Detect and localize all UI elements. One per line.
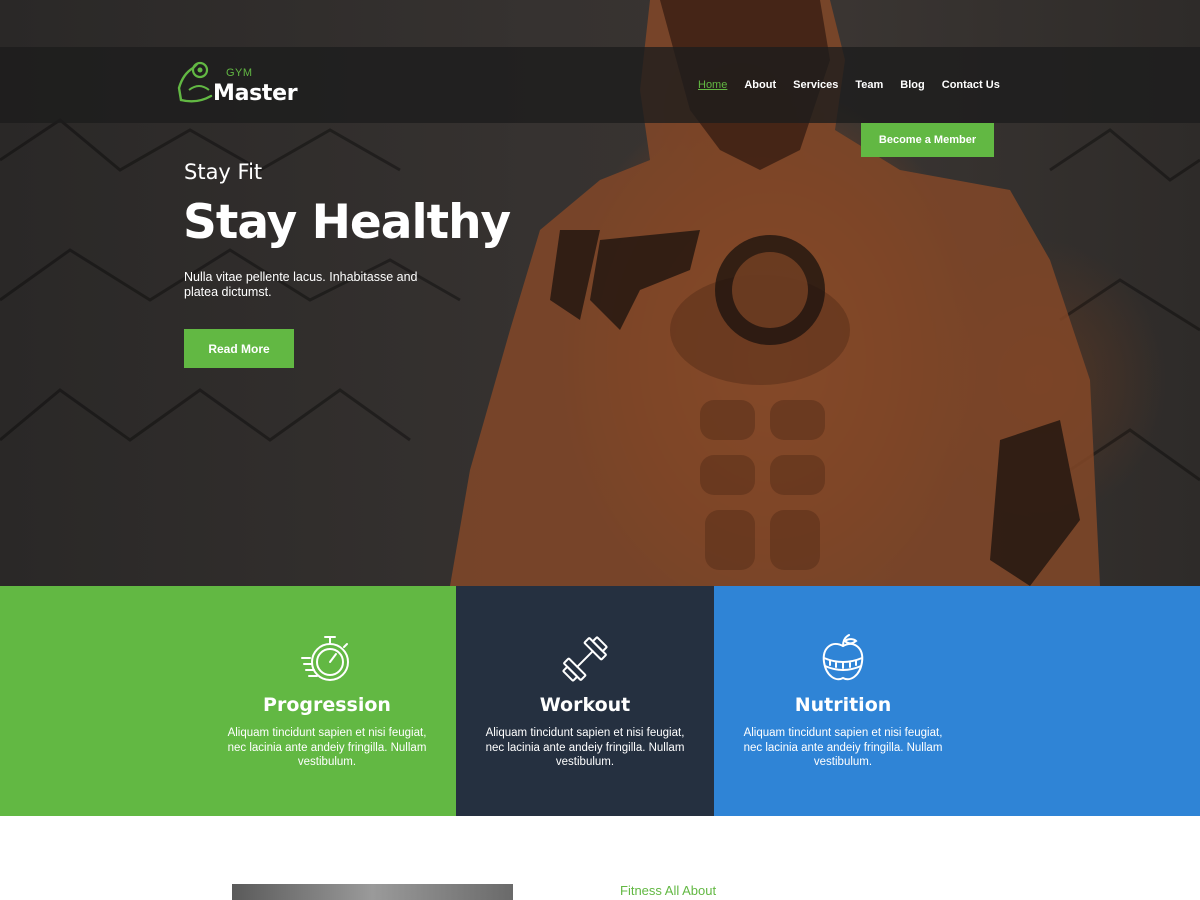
about-label: Fitness All About [620, 883, 717, 898]
nav-contact-us[interactable]: Contact Us [942, 78, 1000, 92]
logo[interactable]: GYM Master [177, 60, 317, 110]
logo-master-text: Master [213, 81, 298, 106]
feature-progression: Progression Aliquam tincidunt sapien et … [0, 586, 456, 816]
nav-team[interactable]: Team [855, 78, 883, 92]
logo-gym-text: GYM [226, 67, 253, 79]
feature-text: Aliquam tincidunt sapien et nisi feugiat… [743, 727, 943, 768]
feature-title: Nutrition [794, 694, 892, 716]
read-more-button[interactable]: Read More [184, 329, 294, 368]
flexed-arm-dumbbell-icon [177, 61, 213, 103]
nav-services[interactable]: Services [793, 78, 838, 92]
become-member-button[interactable]: Become a Member [861, 123, 994, 157]
stopwatch-icon [301, 636, 349, 681]
feature-title: Workout [539, 694, 631, 716]
nav-home[interactable]: Home [698, 78, 727, 92]
hero-title: Stay Healthy [183, 195, 511, 250]
hero-subtitle: Stay Fit [184, 160, 263, 184]
features-section: Progression Aliquam tincidunt sapien et … [0, 586, 1200, 816]
main-nav: Home About Services Team Blog Contact Us [698, 78, 1000, 92]
about-image [232, 884, 513, 900]
hero-section: GYM Master Home About Services Team Blog… [0, 0, 1200, 586]
nav-blog[interactable]: Blog [900, 78, 924, 92]
apple-measure-icon [822, 634, 864, 681]
feature-text: Aliquam tincidunt sapien et nisi feugiat… [485, 727, 685, 768]
feature-title: Progression [263, 694, 391, 716]
feature-nutrition: Nutrition Aliquam tincidunt sapien et ni… [714, 586, 1200, 816]
feature-text: Aliquam tincidunt sapien et nisi feugiat… [227, 727, 427, 768]
nav-about[interactable]: About [744, 78, 776, 92]
hero-description: Nulla vitae pellente lacus. Inhabitasse … [184, 270, 418, 299]
feature-workout: Workout Aliquam tincidunt sapien et nisi… [456, 586, 714, 816]
dumbbell-icon [562, 636, 608, 682]
